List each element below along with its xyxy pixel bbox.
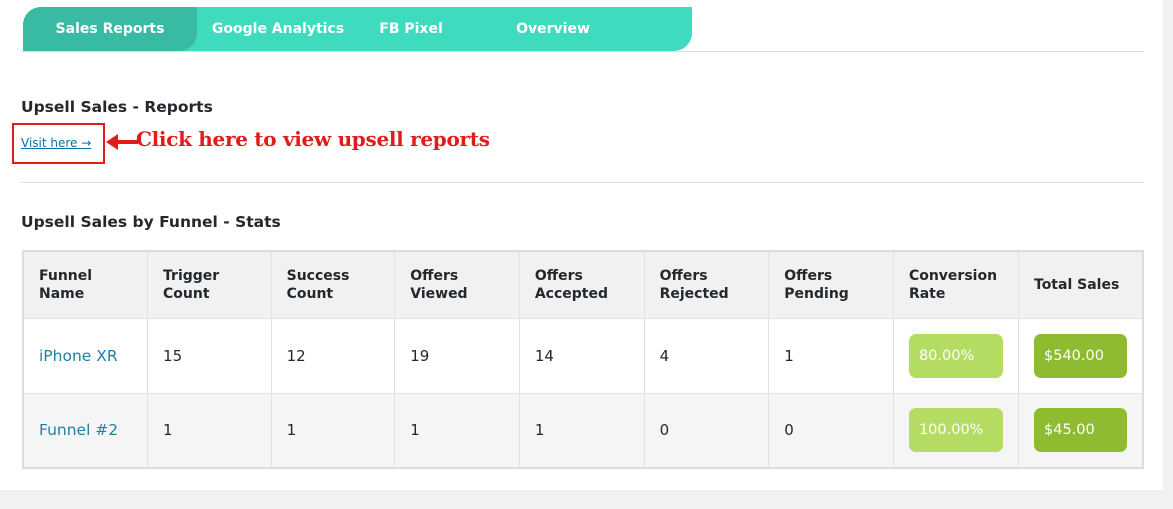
annotation-text: Click here to view upsell reports — [136, 127, 490, 151]
visit-reports-link[interactable]: Visit here → — [21, 136, 91, 150]
success-count-cell: 12 — [271, 318, 396, 394]
table-row: Funnel #2 1 1 1 1 0 0 100.00% $45.00 — [23, 393, 1144, 468]
funnel-link[interactable]: Funnel #2 — [39, 421, 118, 439]
stats-heading: Upsell Sales by Funnel - Stats — [21, 213, 281, 231]
total-sales-cell: $540.00 — [1018, 318, 1144, 394]
total-sales-badge: $540.00 — [1034, 333, 1127, 378]
arrow-left-icon — [106, 134, 138, 150]
table-row: iPhone XR 15 12 19 14 4 1 80.00% $540.00 — [23, 318, 1144, 394]
trigger-count-cell: 15 — [147, 318, 272, 394]
column-header: Offers Rejected — [644, 251, 770, 319]
funnel-name-cell: iPhone XR — [23, 318, 149, 394]
total-sales-cell: $45.00 — [1018, 393, 1144, 468]
conversion-rate-badge: 100.00% — [908, 408, 1003, 453]
trigger-count-cell: 1 — [147, 393, 272, 468]
offers-viewed-cell: 1 — [394, 393, 520, 468]
tab-google-analytics[interactable]: Google Analytics — [197, 7, 359, 51]
settings-panel: Sales Reports Google Analytics FB Pixel … — [0, 0, 1163, 490]
success-count-cell: 1 — [271, 393, 396, 468]
offers-accepted-cell: 1 — [519, 393, 645, 468]
funnel-name-cell: Funnel #2 — [23, 393, 149, 468]
offers-pending-cell: 0 — [768, 393, 894, 468]
column-header: Funnel Name — [23, 251, 149, 319]
total-sales-badge: $45.00 — [1034, 408, 1127, 453]
table-header-row: Funnel Name Trigger Count Success Count Of… — [23, 251, 1144, 319]
tab-fb-pixel[interactable]: FB Pixel — [359, 7, 463, 51]
column-header: Offers Accepted — [519, 251, 645, 319]
report-tabs: Sales Reports Google Analytics FB Pixel … — [23, 7, 692, 51]
column-header: Success Count — [271, 251, 396, 319]
tabs-divider — [21, 51, 1144, 52]
column-header: Total Sales — [1018, 251, 1144, 319]
offers-pending-cell: 1 — [768, 318, 894, 394]
section-divider — [21, 182, 1144, 183]
offers-accepted-cell: 14 — [519, 318, 645, 394]
column-header: Offers Viewed — [394, 251, 520, 319]
funnel-link[interactable]: iPhone XR — [39, 347, 118, 365]
offers-rejected-cell: 0 — [644, 393, 770, 468]
conversion-rate-cell: 100.00% — [893, 393, 1020, 468]
tab-overview[interactable]: Overview — [463, 7, 643, 51]
offers-rejected-cell: 4 — [644, 318, 770, 394]
funnel-stats-table: Funnel Name Trigger Count Success Count Of… — [22, 250, 1144, 469]
reports-heading: Upsell Sales - Reports — [21, 98, 213, 116]
conversion-rate-cell: 80.00% — [893, 318, 1020, 394]
column-header: Conversion Rate — [893, 251, 1020, 319]
column-header: Offers Pending — [768, 251, 894, 319]
tab-sales-reports[interactable]: Sales Reports — [23, 7, 197, 51]
conversion-rate-badge: 80.00% — [908, 333, 1003, 378]
offers-viewed-cell: 19 — [394, 318, 520, 394]
column-header: Trigger Count — [147, 251, 272, 319]
